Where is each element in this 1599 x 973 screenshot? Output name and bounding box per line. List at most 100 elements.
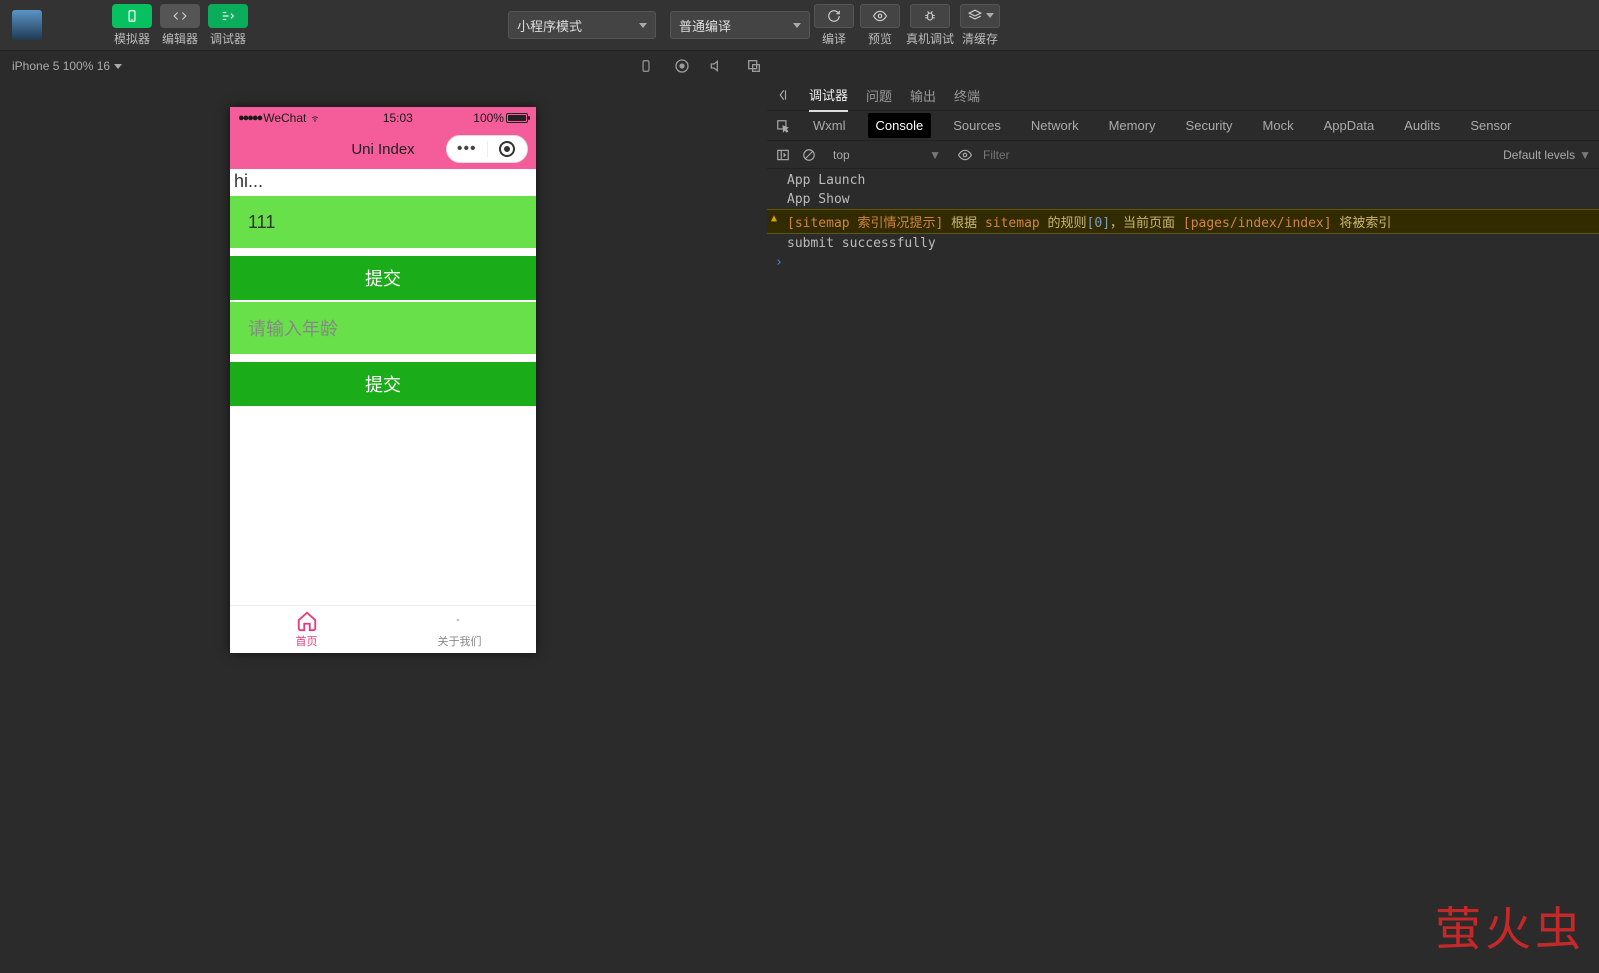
sidebar-toggle-icon[interactable] [775,147,791,163]
compile-select[interactable]: 普通编译 [670,11,810,39]
levels-label: Default levels [1503,148,1575,162]
panel-tabs: 调试器 问题 输出 终端 [767,81,1599,111]
view-tabs: 模拟器 编辑器 调试器 [112,4,248,47]
console-body[interactable]: App Launch App Show [sitemap 索引情况提示] 根据 … [767,169,1599,973]
tab-audits[interactable]: Audits [1396,113,1448,138]
compile-label: 编译 [822,30,846,47]
age-input[interactable]: 请输入年龄 [230,302,536,354]
console-toolbar: top ▼ Default levels ▼ [767,141,1599,169]
clock: 15:03 [383,111,413,125]
battery-icon [506,113,528,123]
popout-icon[interactable] [745,57,763,75]
tab-wxml[interactable]: Wxml [805,113,854,138]
page-title: Uni Index [351,141,414,158]
compile-button[interactable]: 编译 [814,4,854,47]
tab-about-label: 关于我们 [438,633,482,649]
phone-outline-icon[interactable] [637,57,655,75]
debug-icon [208,4,248,28]
log-line: App Show [767,190,1599,209]
tab-network[interactable]: Network [1023,113,1087,138]
main: ●●●●● WeChat 15:03 100% Uni Index ••• [0,81,1599,973]
signal-icon: ●●●●● [238,112,261,124]
about-icon [448,610,472,632]
submit-label: 提交 [365,265,401,291]
tab-mock[interactable]: Mock [1255,113,1302,138]
submit-button-2[interactable]: 提交 [230,362,536,406]
submit-button-1[interactable]: 提交 [230,256,536,300]
clear-console-icon[interactable] [801,147,817,163]
filter-input[interactable] [983,148,1143,162]
tab-editor[interactable]: 编辑器 [160,4,200,47]
collapse-icon[interactable] [775,88,791,104]
preview-button[interactable]: 预览 [860,4,900,47]
preview-label: 预览 [868,30,892,47]
name-input-value: 111 [248,212,275,233]
chevron-down-icon [639,23,647,28]
refresh-icon [814,4,854,28]
layers-icon [960,4,1000,28]
home-icon [295,610,319,632]
tab-label: 模拟器 [114,30,150,47]
phone-icon [112,4,152,28]
simulator-pane: ●●●●● WeChat 15:03 100% Uni Index ••• [0,81,767,973]
tab-console[interactable]: Console [868,113,932,138]
hi-text: hi... [230,169,536,194]
context-select[interactable]: top ▼ [827,146,947,164]
tab-simulator[interactable]: 模拟器 [112,4,152,47]
eye-icon [860,4,900,28]
page-content: hi... 111 提交 请输入年龄 提交 [230,169,536,653]
mode-select[interactable]: 小程序模式 [508,11,656,39]
tab-home[interactable]: 首页 [230,606,383,653]
mode-select-value: 小程序模式 [517,16,582,35]
tab-label: 调试器 [210,30,246,47]
simulator-controls [637,51,763,81]
navbar: Uni Index ••• [230,129,536,169]
name-input[interactable]: 111 [230,196,536,248]
chevron-down-icon [986,13,994,18]
live-expression-icon[interactable] [957,147,973,163]
tab-about[interactable]: 关于我们 [383,606,536,653]
capsule-close-button[interactable] [488,141,528,157]
tab-debugger[interactable]: 调试器 [208,4,248,47]
tab-home-label: 首页 [296,633,318,649]
remote-debug-button[interactable]: 真机调试 [906,4,954,47]
device-label[interactable]: iPhone 5 100% 16 [12,59,110,73]
battery: 100% [473,111,528,125]
carrier-label: WeChat [263,111,306,125]
simulator: ●●●●● WeChat 15:03 100% Uni Index ••• [230,107,536,653]
tab-sources[interactable]: Sources [945,113,1009,138]
tab-security[interactable]: Security [1178,113,1241,138]
tab-terminal[interactable]: 终端 [954,80,980,111]
record-icon[interactable] [673,57,691,75]
clear-cache-label: 清缓存 [962,30,998,47]
tab-memory[interactable]: Memory [1101,113,1164,138]
age-input-placeholder: 请输入年龄 [248,315,338,341]
avatar[interactable] [12,10,42,40]
tab-debugger[interactable]: 调试器 [809,79,848,112]
tab-output[interactable]: 输出 [910,80,936,111]
console-prompt[interactable]: › [767,253,1599,272]
chevron-down-icon [793,23,801,28]
log-line: submit successfully [767,234,1599,253]
clear-cache-button[interactable]: 清缓存 [960,4,1000,47]
log-line: App Launch [767,171,1599,190]
target-icon [499,141,515,157]
tab-sensor[interactable]: Sensor [1462,113,1519,138]
device-row: iPhone 5 100% 16 [0,51,1599,81]
toolbar-right: 编译 预览 真机调试 清缓存 [814,4,1000,47]
tab-problems[interactable]: 问题 [866,80,892,111]
top-toolbar: 模拟器 编辑器 调试器 小程序模式 普通编译 编译 [0,0,1599,51]
devtools-tabs: Wxml Console Sources Network Memory Secu… [767,111,1599,141]
tab-appdata[interactable]: AppData [1316,113,1383,138]
capsule-more-button[interactable]: ••• [447,140,487,158]
submit-label: 提交 [365,371,401,397]
capsule: ••• [446,135,528,163]
tabbar: 首页 关于我们 [230,605,536,653]
mute-icon[interactable] [709,57,727,75]
context-value: top [833,148,850,162]
inspect-icon[interactable] [775,118,791,134]
chevron-down-icon [114,64,122,69]
log-levels-select[interactable]: Default levels ▼ [1503,148,1591,162]
compile-select-value: 普通编译 [679,16,731,35]
tab-label: 编辑器 [162,30,198,47]
